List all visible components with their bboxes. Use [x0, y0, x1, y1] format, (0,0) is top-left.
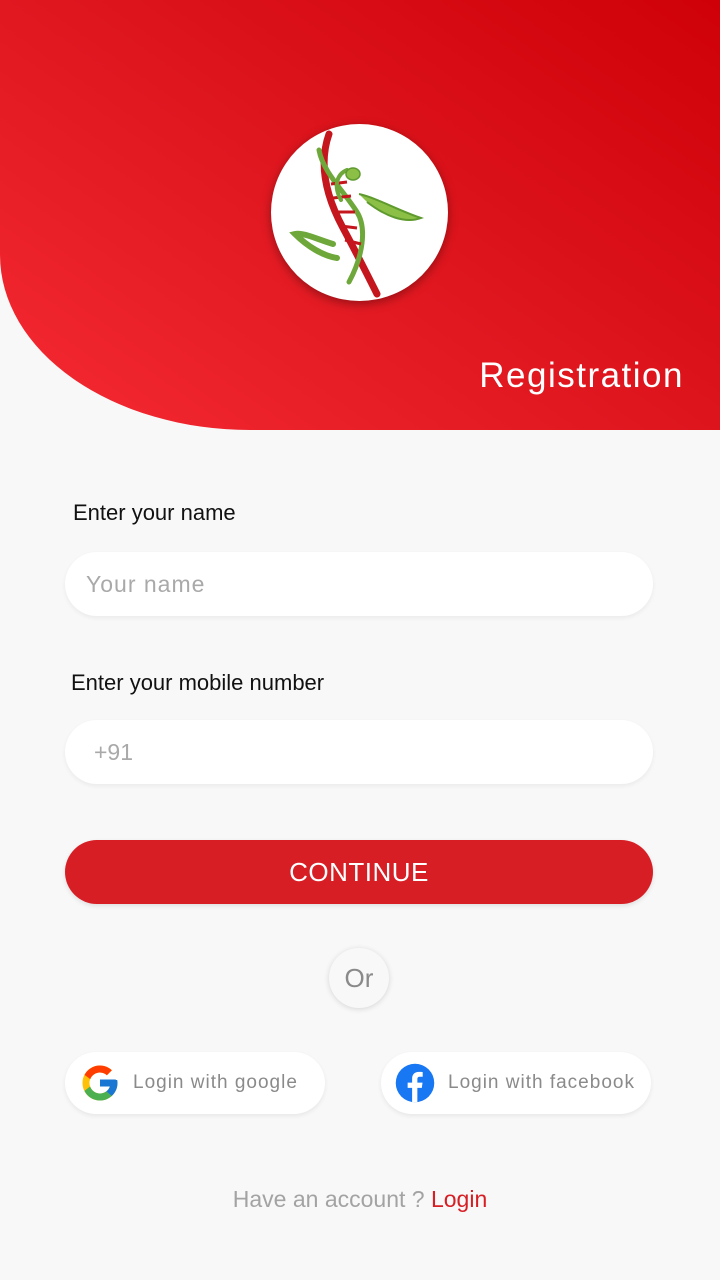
facebook-login-label: Login with facebook	[448, 1072, 635, 1093]
name-label: Enter your name	[73, 500, 236, 525]
google-icon	[82, 1065, 118, 1101]
name-field-container[interactable]	[65, 552, 653, 616]
dna-runner-logo-icon	[289, 130, 424, 298]
google-login-button[interactable]: Login with google	[65, 1052, 325, 1114]
footer-login-prompt: Have an account ? Login	[0, 1186, 720, 1213]
registration-screen: Registration Enter your name Enter your …	[0, 0, 720, 1280]
mobile-field-container[interactable]	[65, 720, 653, 784]
page-title: Registration	[479, 356, 684, 395]
login-link[interactable]: Login	[431, 1186, 487, 1212]
app-logo	[271, 124, 448, 301]
mobile-label: Enter your mobile number	[71, 670, 325, 695]
facebook-icon	[395, 1063, 435, 1103]
mobile-input[interactable]	[94, 720, 653, 784]
name-input[interactable]	[86, 552, 653, 616]
have-account-text: Have an account ?	[232, 1186, 425, 1212]
google-login-label: Login with google	[133, 1072, 298, 1093]
continue-button[interactable]: CONTINUE	[65, 840, 653, 904]
or-divider: Or	[329, 948, 389, 1008]
header-banner: Registration	[0, 0, 720, 430]
facebook-login-button[interactable]: Login with facebook	[381, 1052, 651, 1114]
